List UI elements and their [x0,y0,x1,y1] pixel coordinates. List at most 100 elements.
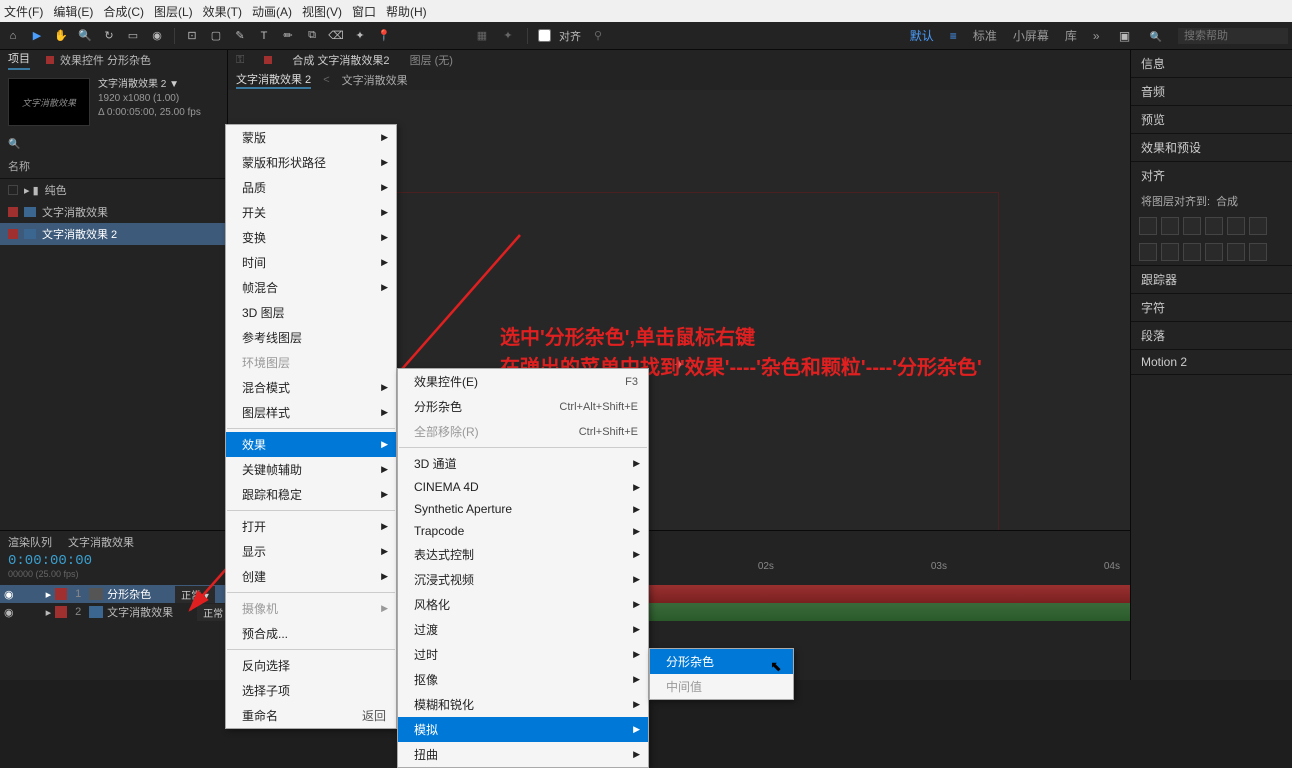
camera-tool-icon[interactable]: ◉ [148,27,166,45]
viewer-tab[interactable]: 文字消散效果 2 [236,71,311,89]
visibility-icon[interactable]: ◉ [4,606,14,619]
menu-item[interactable]: 蒙版和形状路径▶ [226,150,396,175]
menu-item[interactable]: 效果控件(E)F3 [398,369,648,394]
pen-tool-icon[interactable]: ✎ [231,27,249,45]
orbit-tool-icon[interactable]: ↻ [100,27,118,45]
menu-edit[interactable]: 编辑(E) [53,3,93,20]
zoom-tool-icon[interactable]: 🔍 [76,27,94,45]
menu-item[interactable]: 模拟▶ [398,717,648,742]
menu-help[interactable]: 帮助(H) [386,3,427,20]
panel-tracker[interactable]: 跟踪器 [1131,266,1292,293]
menu-item[interactable]: 过渡▶ [398,617,648,642]
tab-project[interactable]: 项目 [8,50,30,70]
menu-item[interactable]: 创建▶ [226,564,396,589]
menu-item[interactable]: 反向选择 [226,653,396,678]
panel-audio[interactable]: 音频 [1131,78,1292,105]
panel-preview[interactable]: 预览 [1131,106,1292,133]
color-swatch[interactable] [55,606,67,618]
text-tool-icon[interactable]: T [255,27,273,45]
menu-item[interactable]: 时间▶ [226,250,396,275]
panel-motion2[interactable]: Motion 2 [1131,350,1292,374]
align-vcenter-icon[interactable] [1227,217,1245,235]
menu-item[interactable]: Trapcode▶ [398,520,648,542]
snap-checkbox[interactable] [538,29,551,42]
menu-anim[interactable]: 动画(A) [252,3,292,20]
puppet-tool-icon[interactable]: 📍 [375,27,393,45]
menu-effect[interactable]: 效果(T) [203,3,242,20]
anchor-tool-icon[interactable]: ⊡ [183,27,201,45]
menu-file[interactable]: 文件(F) [4,3,43,20]
panel-align[interactable]: 对齐 [1131,162,1292,189]
menu-item[interactable]: 蒙版▶ [226,125,396,150]
blend-mode-dropdown[interactable]: 正常 ▾ [175,586,215,603]
menu-item[interactable]: 表达式控制▶ [398,542,648,567]
menu-item[interactable]: 混合模式▶ [226,375,396,400]
viewer-tab[interactable]: 文字消散效果 [342,72,408,88]
menu-item[interactable]: 模糊和锐化▶ [398,692,648,717]
axis-icon[interactable]: ✦ [499,27,517,45]
menu-comp[interactable]: 合成(C) [103,3,144,20]
panel-info[interactable]: 信息 [1131,50,1292,77]
align-top-icon[interactable] [1205,217,1223,235]
shape-tool-icon[interactable]: ▢ [207,27,225,45]
dist-bottom-icon[interactable] [1249,243,1267,261]
viewer-comp-label[interactable]: 合成 文字消散效果2 [292,52,389,68]
home-icon[interactable]: ⌂ [4,27,22,45]
workspace-more-icon[interactable]: » [1093,29,1100,43]
panel-effects[interactable]: 效果和预设 [1131,134,1292,161]
color-swatch[interactable] [55,588,67,600]
menu-item[interactable]: 变换▶ [226,225,396,250]
tab-effect-controls[interactable]: 效果控件 分形杂色 [46,52,151,68]
menu-item[interactable]: 开关▶ [226,200,396,225]
roto-tool-icon[interactable]: ✦ [351,27,369,45]
project-item[interactable]: ▸ ▮ 纯色 [0,179,227,201]
rect-tool-icon[interactable]: ▭ [124,27,142,45]
menu-item[interactable]: 分形杂色Ctrl+Alt+Shift+E [398,394,648,419]
align-right-icon[interactable] [1183,217,1201,235]
timecode[interactable]: 0:00:00:00 [8,553,220,569]
column-header-name[interactable]: 名称 [0,154,227,179]
dist-left-icon[interactable] [1139,243,1157,261]
menu-item[interactable]: 过时▶ [398,642,648,667]
menu-window[interactable]: 窗口 [352,3,376,20]
tab-render-queue[interactable]: 渲染队列 [8,534,52,550]
search-icon[interactable] [8,138,20,150]
menu-view[interactable]: 视图(V) [302,3,342,20]
selection-tool-icon[interactable]: ▶ [28,27,46,45]
brush-tool-icon[interactable]: ✏ [279,27,297,45]
workspace-small[interactable]: 小屏幕 [1013,27,1049,44]
menu-item[interactable]: 3D 图层 [226,300,396,325]
menu-item[interactable]: 沉浸式视频▶ [398,567,648,592]
hand-tool-icon[interactable]: ✋ [52,27,70,45]
dist-top-icon[interactable] [1205,243,1223,261]
dist-hcenter-icon[interactable] [1161,243,1179,261]
dist-vcenter-icon[interactable] [1227,243,1245,261]
menu-item[interactable]: 选择子项 [226,678,396,703]
menu-item[interactable]: 参考线图层 [226,325,396,350]
panel-para[interactable]: 段落 [1131,322,1292,349]
snap-menu-icon[interactable]: ⚲ [589,27,607,45]
menu-item[interactable]: 3D 通道▶ [398,451,648,476]
align-hcenter-icon[interactable] [1161,217,1179,235]
grid-icon[interactable]: ▦ [473,27,491,45]
menu-item[interactable]: 扭曲▶ [398,742,648,767]
sync-icon[interactable]: ▣ [1116,27,1134,45]
menu-layer[interactable]: 图层(L) [154,3,193,20]
menu-item[interactable]: 重命名返回 [226,703,396,728]
menu-item[interactable]: 效果▶ [226,432,396,457]
menu-item[interactable]: 跟踪和稳定▶ [226,482,396,507]
menu-item[interactable]: 显示▶ [226,539,396,564]
align-bottom-icon[interactable] [1249,217,1267,235]
search-input[interactable] [1178,28,1288,44]
menu-item[interactable]: 图层样式▶ [226,400,396,425]
menu-item[interactable]: 风格化▶ [398,592,648,617]
menu-item[interactable]: 关键帧辅助▶ [226,457,396,482]
comp-thumbnail[interactable]: 文字消散效果 [8,78,90,126]
lock-icon[interactable]: ⚿ [236,54,244,67]
project-item[interactable]: 文字消散效果 [0,201,227,223]
menu-item[interactable]: 品质▶ [226,175,396,200]
workspace-default[interactable]: 默认 [910,27,934,44]
dist-right-icon[interactable] [1183,243,1201,261]
eraser-tool-icon[interactable]: ⌫ [327,27,345,45]
menu-item[interactable]: 帧混合▶ [226,275,396,300]
